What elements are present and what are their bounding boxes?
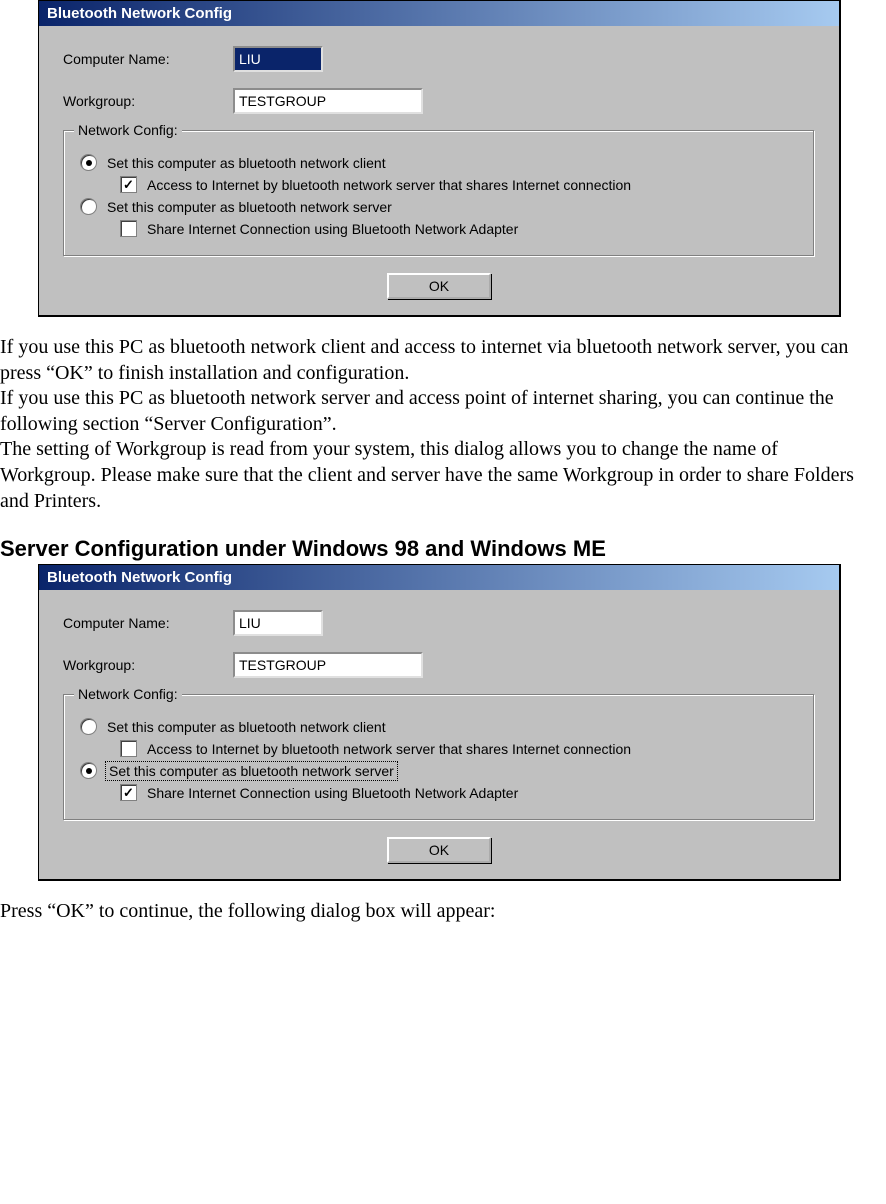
check-share-connection[interactable]: ✓ xyxy=(120,784,137,801)
network-config-group: Network Config: Set this computer as blu… xyxy=(63,694,815,821)
radio-client[interactable] xyxy=(80,718,97,735)
radio-server-label: Set this computer as bluetooth network s… xyxy=(107,199,392,215)
workgroup-input[interactable]: TESTGROUP xyxy=(233,652,423,678)
check-share-label: Share Internet Connection using Bluetoot… xyxy=(147,221,518,237)
paragraph-press-ok: Press “OK” to continue, the following di… xyxy=(0,899,878,925)
check-share-connection[interactable] xyxy=(120,220,137,237)
bluetooth-config-dialog-client: Bluetooth Network Config Computer Name: … xyxy=(38,0,841,317)
computer-name-label: Computer Name: xyxy=(63,51,233,67)
group-legend: Network Config: xyxy=(74,686,182,702)
bluetooth-config-dialog-server: Bluetooth Network Config Computer Name: … xyxy=(38,564,841,881)
network-config-group: Network Config: Set this computer as blu… xyxy=(63,130,815,257)
radio-client-label: Set this computer as bluetooth network c… xyxy=(107,155,386,171)
workgroup-label: Workgroup: xyxy=(63,657,233,673)
group-legend: Network Config: xyxy=(74,122,182,138)
paragraph-workgroup-note: The setting of Workgroup is read from yo… xyxy=(0,437,878,514)
radio-client-label: Set this computer as bluetooth network c… xyxy=(107,719,386,735)
paragraph-server-usage: If you use this PC as bluetooth network … xyxy=(0,386,878,437)
paragraph-client-usage: If you use this PC as bluetooth network … xyxy=(0,335,878,386)
dialog-title: Bluetooth Network Config xyxy=(39,1,839,26)
check-access-label: Access to Internet by bluetooth network … xyxy=(147,177,631,193)
ok-button[interactable]: OK xyxy=(387,273,491,299)
workgroup-label: Workgroup: xyxy=(63,93,233,109)
ok-button[interactable]: OK xyxy=(387,837,491,863)
radio-client[interactable] xyxy=(80,154,97,171)
computer-name-input[interactable]: LIU xyxy=(233,46,323,72)
workgroup-input[interactable]: TESTGROUP xyxy=(233,88,423,114)
check-access-internet[interactable]: ✓ xyxy=(120,176,137,193)
computer-name-label: Computer Name: xyxy=(63,615,233,631)
check-access-label: Access to Internet by bluetooth network … xyxy=(147,741,631,757)
radio-server[interactable] xyxy=(80,762,97,779)
dialog-title: Bluetooth Network Config xyxy=(39,565,839,590)
computer-name-input[interactable]: LIU xyxy=(233,610,323,636)
radio-server[interactable] xyxy=(80,198,97,215)
radio-server-label: Set this computer as bluetooth network s… xyxy=(107,763,396,779)
check-share-label: Share Internet Connection using Bluetoot… xyxy=(147,785,518,801)
check-access-internet[interactable] xyxy=(120,740,137,757)
section-heading-server-config: Server Configuration under Windows 98 an… xyxy=(0,536,882,562)
